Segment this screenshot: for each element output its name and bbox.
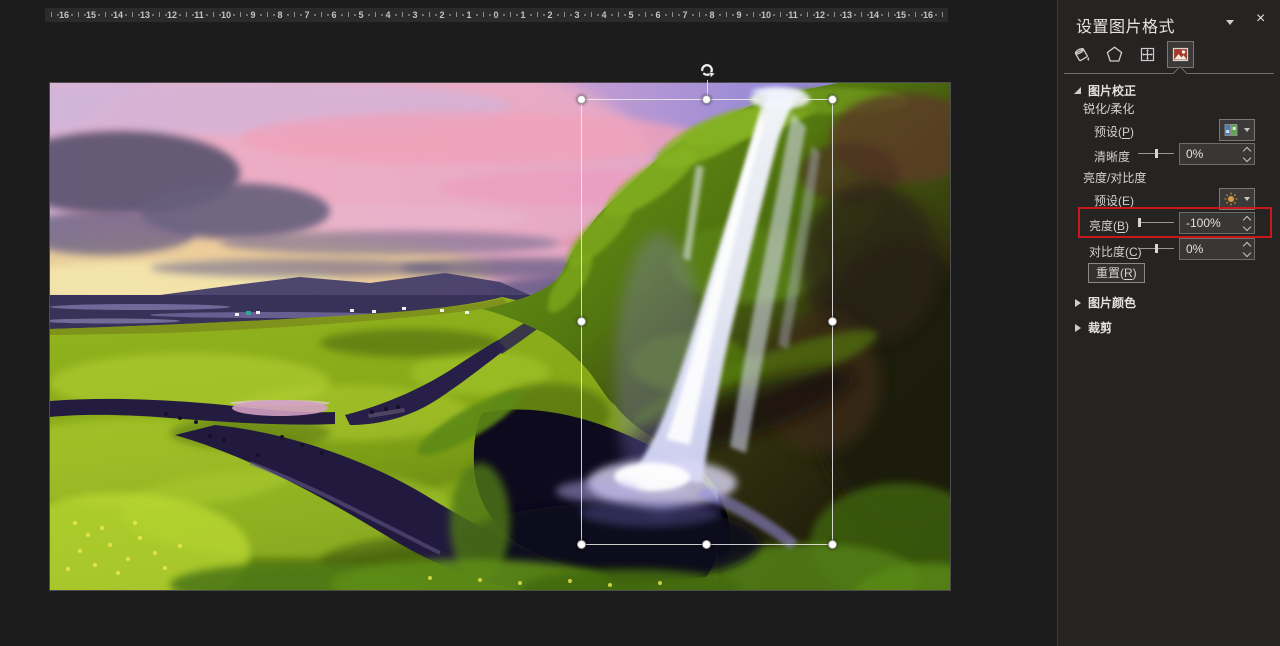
- tab-fill-and-line[interactable]: [1068, 41, 1095, 68]
- sharpen-soften-label: 锐化/柔化: [1083, 102, 1135, 116]
- brightness-spinner[interactable]: [1240, 213, 1254, 233]
- resize-handle-middle-right[interactable]: [828, 317, 837, 326]
- pane-title: 设置图片格式: [1076, 19, 1176, 36]
- spin-down-icon[interactable]: [1242, 153, 1252, 162]
- rotate-handle-icon[interactable]: [697, 60, 717, 80]
- slider-thumb[interactable]: [1154, 244, 1158, 253]
- resize-handle-bottom-left[interactable]: [577, 540, 586, 549]
- spin-down-icon[interactable]: [1242, 222, 1252, 231]
- brightness-spinbox[interactable]: [1179, 212, 1255, 234]
- sharpness-slider[interactable]: [1138, 148, 1174, 159]
- contrast-label: 对比度(C): [1089, 245, 1142, 259]
- powerpoint-window: 16 15 14 13 12 11 10 9 8 7 6 5 4 3 2 1 0 1 2 3 4 5 6 7 8 9 10 11 12 1…: [0, 0, 1280, 646]
- resize-handle-bottom-right[interactable]: [828, 540, 837, 549]
- tab-size-and-properties[interactable]: [1134, 41, 1161, 68]
- resize-handle-top-left[interactable]: [577, 95, 586, 104]
- sun-icon: [1224, 192, 1238, 206]
- spin-down-icon[interactable]: [1242, 248, 1252, 257]
- expanded-triangle-icon: [1074, 87, 1081, 94]
- chevron-down-icon: [1244, 197, 1250, 201]
- close-icon[interactable]: ×: [1256, 9, 1265, 29]
- sharpness-label: 清晰度: [1094, 150, 1131, 164]
- tab-picture[interactable]: [1167, 41, 1194, 68]
- collapsed-triangle-icon: [1075, 298, 1081, 307]
- section-picture-color[interactable]: 图片颜色: [1075, 294, 1136, 311]
- resize-handle-middle-left[interactable]: [577, 317, 586, 326]
- sharpness-spinbox[interactable]: [1179, 143, 1255, 165]
- reset-button[interactable]: 重置(R): [1088, 263, 1145, 283]
- tab-effects[interactable]: [1101, 41, 1128, 68]
- effects-icon: [1106, 46, 1123, 62]
- fill-and-line-icon: [1074, 47, 1090, 62]
- size-and-properties-icon: [1140, 47, 1155, 62]
- contrast-value-input[interactable]: [1180, 239, 1240, 259]
- collapsed-triangle-icon: [1075, 323, 1081, 332]
- picture-selection-box[interactable]: [577, 63, 837, 549]
- preset-sharpen-dropdown[interactable]: [1219, 119, 1255, 141]
- horizontal-ruler: 16 15 14 13 12 11 10 9 8 7 6 5 4 3 2 1 0 1 2 3 4 5 6 7 8 9 10 11 12 1…: [45, 8, 948, 22]
- preset-brightness-dropdown[interactable]: [1219, 188, 1255, 210]
- format-picture-pane: 设置图片格式 × 图片校正 锐化/柔化 预设(P) 清晰度 0% 亮度/对比度 …: [1057, 0, 1280, 646]
- sharpness-spinner[interactable]: [1240, 144, 1254, 164]
- sharpness-value-input[interactable]: [1180, 144, 1240, 164]
- resize-handle-top-middle[interactable]: [702, 95, 711, 104]
- slider-thumb[interactable]: [1138, 218, 1141, 227]
- contrast-spinner[interactable]: [1240, 239, 1254, 259]
- pane-options-chevron-icon[interactable]: [1226, 20, 1234, 25]
- tab-divider: [1064, 65, 1274, 81]
- pane-tabs: [1068, 41, 1194, 69]
- contrast-spinbox[interactable]: [1179, 238, 1255, 260]
- resize-handle-top-right[interactable]: [828, 95, 837, 104]
- resize-handle-bottom-middle[interactable]: [702, 540, 711, 549]
- brightness-contrast-label: 亮度/对比度: [1083, 171, 1147, 185]
- picture-icon: [1172, 47, 1189, 62]
- brightness-label: 亮度(B): [1089, 219, 1130, 233]
- preset-sharpen-label: 预设(P): [1094, 125, 1135, 139]
- sharpen-preset-thumbnail-icon: [1224, 124, 1238, 136]
- brightness-value-input[interactable]: [1180, 213, 1240, 233]
- brightness-slider[interactable]: [1138, 217, 1174, 228]
- preset-brightness-label: 预设(E): [1094, 194, 1135, 208]
- contrast-slider[interactable]: [1138, 243, 1174, 254]
- section-crop[interactable]: 裁剪: [1075, 319, 1112, 336]
- chevron-down-icon: [1244, 128, 1250, 132]
- slider-thumb[interactable]: [1154, 149, 1158, 158]
- section-picture-correction[interactable]: 图片校正: [1074, 82, 1136, 99]
